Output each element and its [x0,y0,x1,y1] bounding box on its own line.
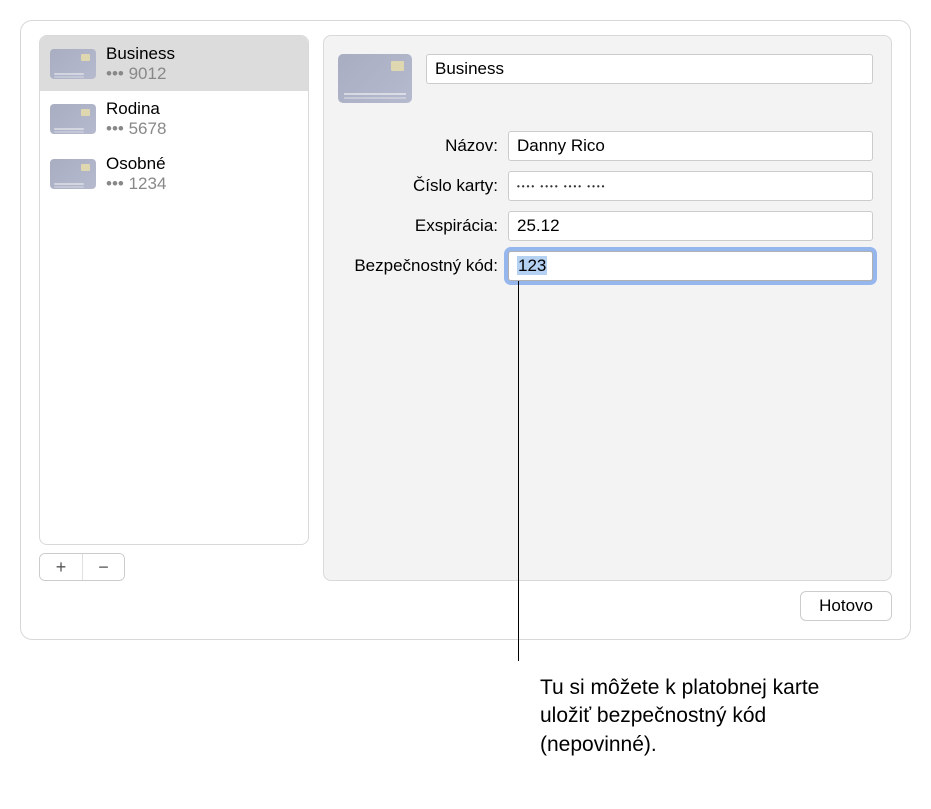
card-title: Osobné [106,154,166,174]
cards-sidebar: Business ••• 9012 Rodina ••• 5678 Osobné [39,35,309,545]
card-icon [50,49,96,79]
card-icon-large [338,54,412,103]
label-security: Bezpečnostný kód: [338,256,508,276]
sidebar-item-osobne[interactable]: Osobné ••• 1234 [40,146,308,201]
card-icon [50,104,96,134]
card-last-digits: ••• 1234 [106,174,166,194]
row-name: Názov: [338,131,873,161]
label-name: Názov: [338,136,508,156]
autofill-cards-window: Business ••• 9012 Rodina ••• 5678 Osobné [20,20,911,640]
sidebar-item-rodina[interactable]: Rodina ••• 5678 [40,91,308,146]
card-texts: Business ••• 9012 [106,44,175,83]
card-texts: Rodina ••• 5678 [106,99,166,138]
add-remove-group: + − [39,553,125,581]
card-last-digits: ••• 9012 [106,64,175,84]
row-expiry: Exspirácia: [338,211,873,241]
card-last-digits: ••• 5678 [106,119,166,139]
card-detail-panel: Názov: Číslo karty: •••• •••• •••• •••• … [323,35,892,581]
card-icon [50,159,96,189]
card-title: Business [106,44,175,64]
card-number-input[interactable]: •••• •••• •••• •••• [508,171,873,201]
form-rows: Názov: Číslo karty: •••• •••• •••• •••• … [338,131,873,281]
expiry-input[interactable] [508,211,873,241]
left-column: Business ••• 9012 Rodina ••• 5678 Osobné [39,35,309,581]
remove-card-button[interactable]: − [82,554,124,580]
row-security: Bezpečnostný kód: 123 [338,251,873,281]
security-field-wrap: 123 [508,251,873,281]
add-card-button[interactable]: + [40,554,82,580]
sidebar-item-business[interactable]: Business ••• 9012 [40,36,308,91]
card-title: Rodina [106,99,166,119]
label-number: Číslo karty: [338,176,508,196]
detail-header [338,54,873,103]
row-number: Číslo karty: •••• •••• •••• •••• [338,171,873,201]
security-code-input[interactable]: 123 [508,251,873,281]
cardholder-name-input[interactable] [508,131,873,161]
done-button[interactable]: Hotovo [800,591,892,621]
callout-text: Tu si môžete k platobnej karte uložiť be… [540,674,850,759]
callout-leader-line [518,281,519,661]
footer: Hotovo [39,591,892,621]
selected-text: 123 [517,256,547,275]
card-texts: Osobné ••• 1234 [106,154,166,193]
label-expiry: Exspirácia: [338,216,508,236]
card-description-input[interactable] [426,54,873,84]
content-row: Business ••• 9012 Rodina ••• 5678 Osobné [39,35,892,581]
